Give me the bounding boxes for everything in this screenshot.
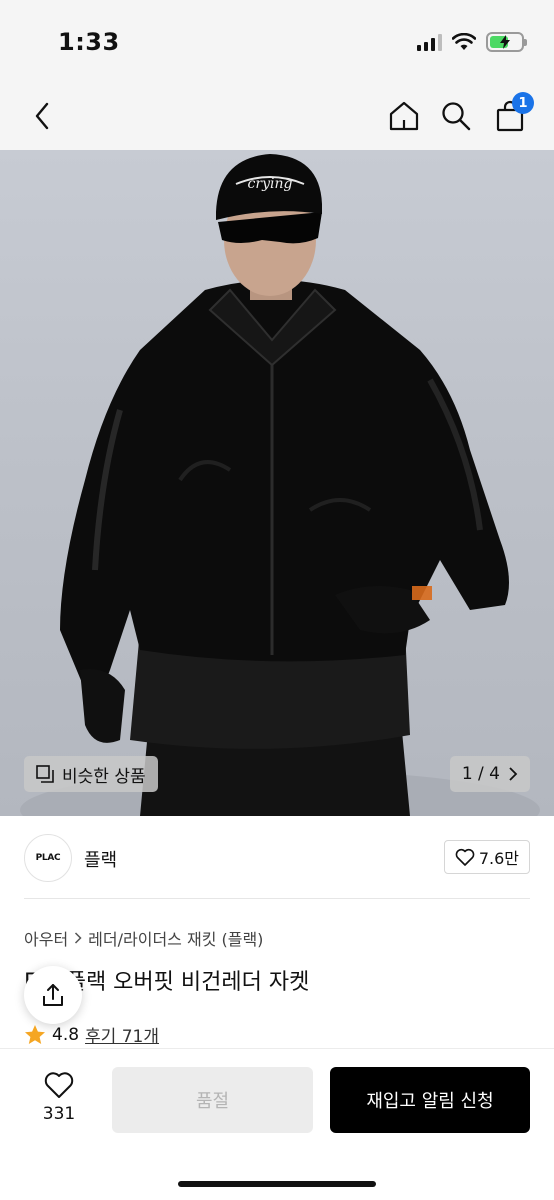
search-button[interactable] <box>434 94 478 138</box>
rating-value: 4.8 <box>52 1024 80 1045</box>
product-image-carousel[interactable]: crying 비슷한 상품 1 / 4 <box>0 150 554 816</box>
cellular-signal-icon <box>417 33 442 51</box>
bottom-action-bar: 331 품절 재입고 알림 신청 <box>0 1048 554 1200</box>
brand-like-count: 7.6만 <box>478 849 519 868</box>
share-icon <box>43 984 63 1006</box>
breadcrumb-category[interactable]: 아우터 <box>24 926 68 950</box>
rating-row: 4.8 후기 71개 <box>24 1022 159 1047</box>
wifi-icon <box>452 33 476 50</box>
battery-icon <box>486 32 527 52</box>
product-photo: crying <box>20 154 540 816</box>
cart-count-badge: 1 <box>512 92 534 114</box>
divider <box>24 898 530 899</box>
wish-count: 331 <box>42 1104 76 1124</box>
home-button[interactable] <box>382 94 426 138</box>
heart-icon <box>455 848 475 866</box>
brand-logo[interactable]: PLAC <box>24 834 72 882</box>
similar-products-label: 비슷한 상품 <box>62 766 146 787</box>
home-icon <box>389 101 419 131</box>
status-bar: 1:33 <box>0 0 554 84</box>
brand-like-button[interactable]: 7.6만 <box>443 840 530 874</box>
brand-row: PLAC 플랙 7.6만 <box>0 816 554 900</box>
wish-button[interactable]: 331 <box>30 1071 88 1124</box>
breadcrumb: 아우터 레더/라이더스 재킷 (플랙) <box>24 926 263 950</box>
back-button[interactable] <box>20 94 64 138</box>
review-link[interactable]: 후기 71개 <box>85 1022 159 1047</box>
restock-alert-button[interactable]: 재입고 알림 신청 <box>330 1067 530 1133</box>
share-button[interactable] <box>24 966 82 1024</box>
cart-button[interactable]: 1 <box>488 92 534 138</box>
soldout-button: 품절 <box>112 1067 313 1133</box>
cap-logo-text: crying <box>248 176 293 192</box>
status-time: 1:33 <box>58 28 120 56</box>
image-pager-label: 1 / 4 <box>461 764 500 784</box>
search-icon <box>442 102 471 131</box>
home-indicator <box>178 1181 376 1187</box>
status-icons <box>417 32 527 52</box>
back-icon <box>35 102 49 130</box>
similar-icon <box>36 765 54 783</box>
image-pager[interactable]: 1 / 4 <box>449 756 530 792</box>
heart-icon <box>44 1072 74 1098</box>
nav-bar: 1 <box>0 84 554 150</box>
brand-name[interactable]: 플랙 <box>84 846 117 872</box>
breadcrumb-subcategory[interactable]: 레더/라이더스 재킷 (플랙) <box>88 926 263 950</box>
chevron-right-icon <box>509 767 518 781</box>
chevron-right-icon <box>75 932 82 944</box>
similar-products-button[interactable]: 비슷한 상품 <box>24 756 158 792</box>
star-icon <box>25 1024 45 1044</box>
brand-logo-text: PLAC <box>35 853 61 863</box>
